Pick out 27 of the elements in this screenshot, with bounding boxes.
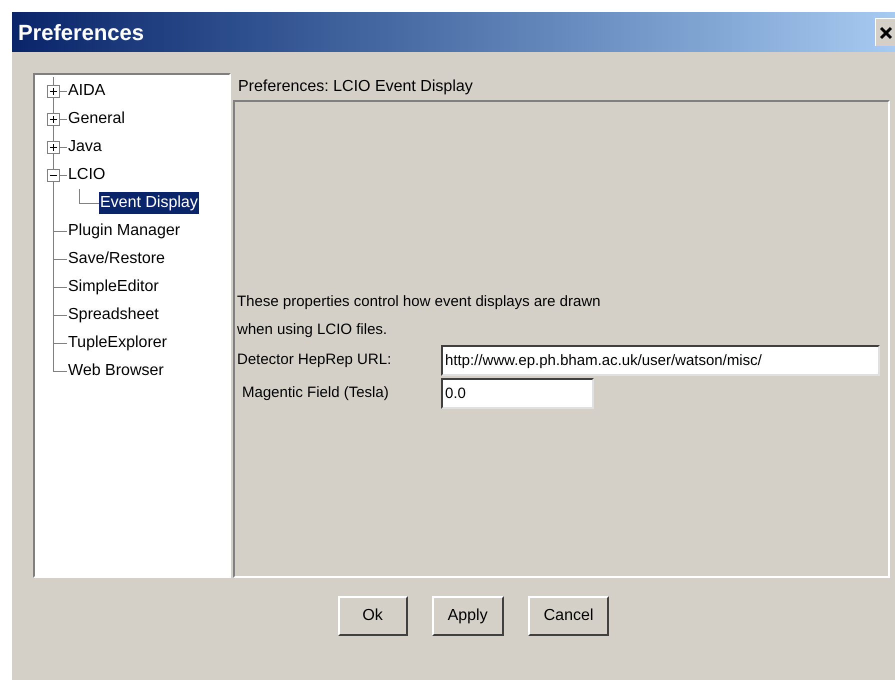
dialog-button[interactable]: Ok [338, 596, 408, 636]
tree-item[interactable]: AIDA [67, 80, 106, 102]
tree-item[interactable]: Web Browser [67, 360, 165, 382]
tree-item[interactable]: TupleExplorer [67, 332, 168, 354]
dialog-button[interactable]: Cancel [528, 596, 610, 636]
panel-heading: Preferences: LCIO Event Display [237, 77, 474, 97]
tree-item[interactable]: Save/Restore [67, 248, 166, 270]
expand-icon[interactable] [47, 113, 60, 126]
close-button[interactable] [875, 18, 895, 46]
field-label: Magentic Field (Tesla) [241, 383, 390, 404]
input-field[interactable]: 0.0 [441, 378, 594, 409]
expand-icon[interactable] [47, 85, 60, 98]
tree-item[interactable]: General [67, 108, 126, 130]
tree-item[interactable]: Event Display [99, 192, 199, 214]
expand-icon[interactable] [47, 141, 60, 154]
tree-item[interactable]: Spreadsheet [67, 304, 160, 326]
tree-item[interactable]: LCIO [67, 164, 106, 186]
dialog-button[interactable]: Apply [432, 596, 504, 636]
input-field[interactable]: http://www.ep.ph.bham.ac.uk/user/watson/misc/ [441, 345, 880, 376]
tree-item[interactable]: SimpleEditor [67, 276, 160, 298]
window-title: Preferences [18, 18, 145, 46]
field-label: Detector HepRep URL: [237, 350, 392, 370]
tree-item[interactable]: Java [67, 136, 103, 158]
tree-item[interactable]: Plugin Manager [67, 220, 182, 242]
close-icon [879, 26, 893, 40]
description-text: These properties control how event displays are drawn when using LCIO files. [237, 292, 602, 340]
collapse-icon[interactable] [47, 169, 60, 182]
